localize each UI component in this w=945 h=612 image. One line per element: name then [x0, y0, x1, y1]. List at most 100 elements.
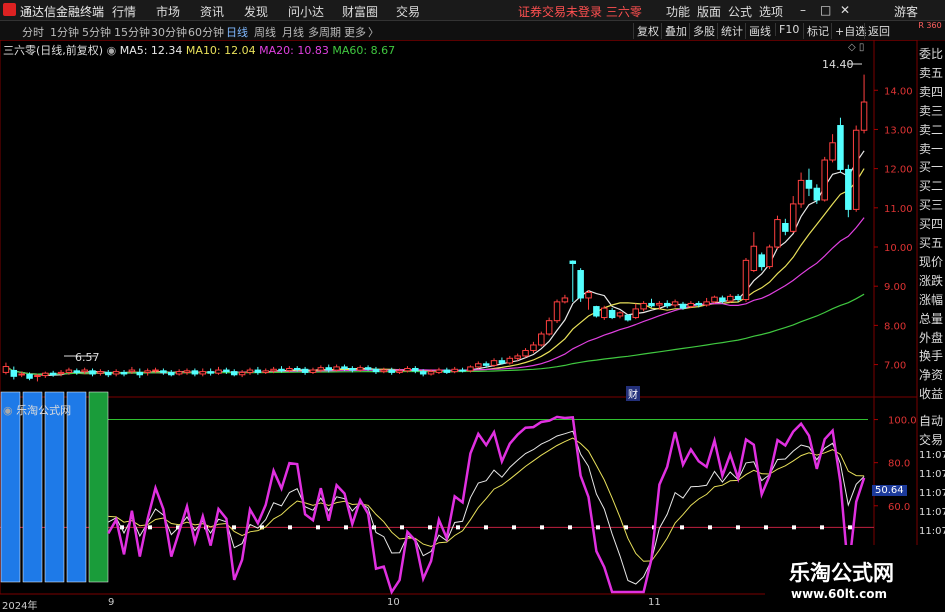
- candle-body: [837, 125, 844, 170]
- quote-panel-item[interactable]: 卖一: [919, 140, 945, 157]
- y-tick-label: 12.00: [884, 165, 913, 176]
- y-tick-label: 8.00: [884, 321, 906, 332]
- candle-body: [640, 302, 647, 310]
- menu-caifuquan[interactable]: 财富圈: [342, 3, 378, 20]
- period-daily[interactable]: 日线: [226, 24, 248, 40]
- period-60min[interactable]: 60分钟: [188, 24, 224, 40]
- candle-body: [726, 295, 734, 302]
- quote-panel-item[interactable]: 涨幅: [919, 291, 945, 308]
- candle-body: [514, 355, 521, 359]
- menu-shichang[interactable]: 市场: [156, 3, 180, 20]
- minimize-icon[interactable]: –: [800, 3, 806, 17]
- y-tick-label: 9.00: [884, 282, 906, 293]
- menu-hangqing[interactable]: 行情: [112, 3, 136, 20]
- candle-body: [616, 312, 624, 317]
- period-more[interactable]: 更多: [344, 24, 366, 40]
- quote-panel-item[interactable]: 卖四: [919, 83, 945, 100]
- chart-settings-icon[interactable]: ◇ ▯: [848, 42, 864, 53]
- period-weekly[interactable]: 周线: [254, 24, 276, 40]
- candle-body: [829, 142, 836, 161]
- ma10-label: MA10: 12.04: [185, 44, 256, 57]
- candle-body: [797, 179, 805, 205]
- candle-body: [585, 291, 592, 299]
- candle-body: [89, 370, 96, 375]
- candle-body: [388, 369, 395, 373]
- btn-fuquan[interactable]: 复权: [633, 23, 659, 39]
- btn-f10[interactable]: F10: [775, 23, 799, 36]
- menu-jiaoyi[interactable]: 交易: [396, 3, 420, 20]
- panel-bottom-item: 11:07: [919, 507, 945, 518]
- kline-chart[interactable]: 7.008.009.0010.0011.0012.0013.0014.00 40…: [0, 40, 945, 609]
- app-logo-icon: [3, 3, 16, 16]
- period-1min[interactable]: 1分钟: [50, 24, 79, 40]
- period-monthly[interactable]: 月线: [282, 24, 304, 40]
- quote-panel-item[interactable]: 卖二: [919, 121, 945, 138]
- menu-gongshi[interactable]: 公式: [728, 3, 752, 20]
- cai-badge[interactable]: 财: [626, 386, 640, 401]
- candle-body: [774, 219, 781, 248]
- ref-marker: [596, 525, 600, 530]
- candle-body: [703, 301, 710, 306]
- signal-bar: [0, 391, 21, 583]
- candle-body: [498, 360, 506, 364]
- menu-xuanxiang[interactable]: 选项: [759, 3, 783, 20]
- menu-faxian[interactable]: 发现: [244, 3, 268, 20]
- btn-tongji[interactable]: 统计: [717, 23, 743, 39]
- btn-zixuan[interactable]: +自选: [831, 23, 866, 39]
- ref-marker: [288, 525, 292, 530]
- close-icon[interactable]: ✕: [840, 3, 850, 17]
- x-axis-label-11: 11: [648, 597, 661, 608]
- btn-diejia[interactable]: 叠加: [661, 23, 687, 39]
- quote-panel-item[interactable]: 换手: [919, 347, 945, 364]
- quote-panel-item[interactable]: 买一: [919, 158, 945, 175]
- candle-body: [18, 373, 25, 376]
- ma-toggle-icon[interactable]: ◉: [107, 44, 117, 57]
- menu-banmian[interactable]: 版面: [697, 3, 721, 20]
- quote-panel-item[interactable]: 卖五: [919, 64, 945, 81]
- candle-body: [81, 369, 88, 373]
- more-chevron-icon[interactable]: 〉: [368, 24, 379, 40]
- candle-body: [183, 370, 191, 373]
- candle-body: [451, 368, 458, 373]
- login-notice[interactable]: 证券交易未登录 三六零: [518, 3, 642, 20]
- btn-biaoji[interactable]: 标记: [803, 23, 829, 39]
- candle-body: [215, 369, 222, 374]
- quote-panel-item[interactable]: 净资: [919, 366, 945, 383]
- indicator-toggle-icon[interactable]: ◉: [3, 404, 13, 417]
- quote-panel-item[interactable]: 买二: [919, 177, 945, 194]
- period-30min[interactable]: 30分钟: [151, 24, 187, 40]
- candle-body: [813, 187, 821, 201]
- signal-bar: [22, 391, 43, 583]
- quote-panel-item[interactable]: 委比: [919, 45, 945, 62]
- maximize-icon[interactable]: □: [820, 3, 831, 17]
- quote-panel-item[interactable]: 现价: [919, 253, 945, 270]
- quote-panel-item[interactable]: 买三: [919, 196, 945, 213]
- watermark-url: www.60lt.com: [791, 587, 888, 601]
- menu-gongneng[interactable]: 功能: [666, 3, 690, 20]
- quote-panel-item[interactable]: 总量: [919, 310, 945, 327]
- candle-body: [671, 301, 679, 306]
- menu-zixun[interactable]: 资讯: [200, 3, 224, 20]
- menu-wenxiaoda[interactable]: 问小达: [288, 3, 324, 20]
- btn-duogu[interactable]: 多股: [689, 23, 715, 39]
- btn-fanhui[interactable]: 返回: [864, 23, 890, 39]
- user-label[interactable]: 游客: [894, 3, 918, 20]
- candle-body: [695, 302, 702, 306]
- btn-huaxian[interactable]: 画线: [745, 23, 771, 39]
- high-price-label: 14.40: [822, 58, 854, 71]
- quote-panel-item[interactable]: 买四: [919, 215, 945, 232]
- period-5min[interactable]: 5分钟: [82, 24, 111, 40]
- quote-panel-item[interactable]: 收益: [919, 385, 945, 402]
- candle-body: [246, 369, 254, 373]
- candle-body: [34, 375, 41, 378]
- panel-bottom-item: 11:07: [919, 469, 945, 480]
- period-multi[interactable]: 多周期: [308, 24, 341, 40]
- quote-panel-item[interactable]: 外盘: [919, 329, 945, 346]
- quote-panel-item[interactable]: 买五: [919, 234, 945, 251]
- quote-panel-item[interactable]: 涨跌: [919, 272, 945, 289]
- ind-y-tick-label: 60.0: [888, 502, 910, 513]
- candle-body: [120, 371, 128, 375]
- quote-panel-item[interactable]: 卖三: [919, 102, 945, 119]
- period-15min[interactable]: 15分钟: [114, 24, 150, 40]
- period-fenshi[interactable]: 分时: [22, 24, 44, 40]
